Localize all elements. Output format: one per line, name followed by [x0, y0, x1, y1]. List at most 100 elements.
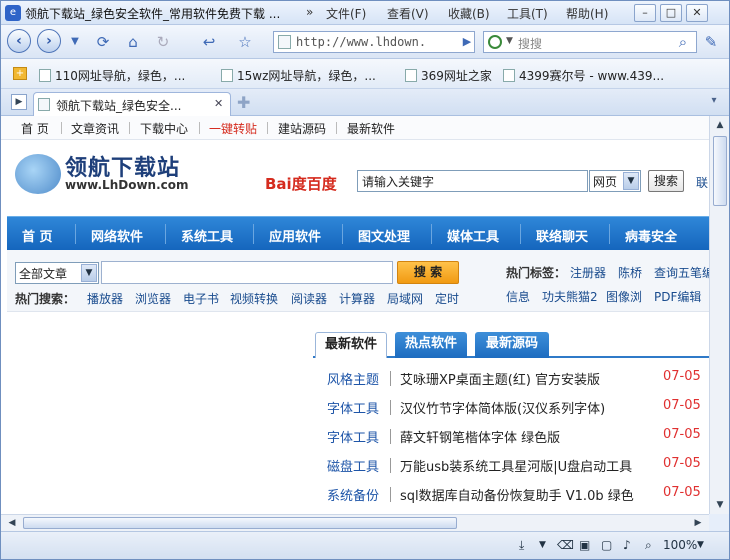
search-input[interactable]: 搜搜	[518, 35, 542, 52]
hot-search-link[interactable]: 定时	[435, 290, 459, 307]
site-logo[interactable]: 领航下载站 www.LhDown.com	[15, 148, 215, 198]
tab-latest-software[interactable]: 最新软件	[315, 332, 387, 358]
hot-search-link[interactable]: 局域网	[387, 290, 423, 307]
zoom-icon[interactable]: ⌕	[645, 538, 652, 553]
nav-media[interactable]: 媒体工具	[447, 226, 499, 245]
forward-icon[interactable]: ›	[37, 29, 61, 53]
tab-hot-software[interactable]: 热点软件	[395, 332, 467, 358]
search-box[interactable]: ▼ 搜搜	[483, 31, 697, 53]
hot-tag-link[interactable]: 信息	[506, 288, 530, 305]
nav-applications[interactable]: 应用软件	[269, 226, 321, 245]
zoom-level[interactable]: 100%	[663, 538, 697, 552]
nav-system-tools[interactable]: 系统工具	[181, 226, 233, 245]
toplink-repost[interactable]: 一键转贴	[209, 120, 257, 137]
bookmark-item[interactable]: 369网址之家	[405, 67, 492, 84]
eraser-icon[interactable]: ⌫	[557, 538, 574, 552]
bookmark-item[interactable]: 4399赛尔号 - www.439...	[503, 67, 664, 84]
add-bookmark-icon[interactable]: +	[13, 67, 27, 80]
site-search-button[interactable]: 搜 索	[397, 261, 459, 284]
hot-tag-link[interactable]: 功夫熊猫2	[542, 288, 598, 305]
item-title[interactable]: 万能usb装系统工具星河版|U盘启动工具	[400, 456, 632, 475]
speaker-icon[interactable]: ♪	[623, 538, 631, 552]
menu-help[interactable]: 帮助(H)	[566, 5, 608, 22]
bookmark-item[interactable]: 110网址导航，绿色，...	[39, 67, 185, 84]
toplink-source[interactable]: 建站源码	[278, 120, 326, 137]
menu-view[interactable]: 查看(V)	[387, 5, 429, 22]
site-search-input[interactable]	[101, 261, 393, 284]
item-category[interactable]: 磁盘工具	[327, 456, 379, 475]
screenshot-icon[interactable]: ▣	[579, 538, 590, 552]
history-dropdown-icon[interactable]: ▼	[63, 31, 87, 53]
tab-latest-source[interactable]: 最新源码	[475, 332, 549, 358]
nav-chat[interactable]: 联络聊天	[536, 226, 588, 245]
hot-search-link[interactable]: 视频转换	[230, 290, 278, 307]
menu-tools[interactable]: 工具(T)	[507, 5, 548, 22]
close-button[interactable]: ✕	[686, 4, 708, 22]
tab-list-icon[interactable]: ▾	[705, 95, 723, 111]
download-icon[interactable]: ⤓	[519, 538, 524, 553]
toplink-home[interactable]: 首 页	[21, 120, 49, 137]
undo-icon[interactable]: ↩	[197, 31, 221, 53]
menu-overflow-icon[interactable]: »	[306, 5, 313, 19]
menu-favorites[interactable]: 收藏(B)	[448, 5, 490, 22]
scroll-left-icon[interactable]: ◀	[5, 516, 19, 530]
refresh-icon[interactable]: ⟳	[91, 31, 115, 53]
hot-search-link[interactable]: 计算器	[339, 290, 375, 307]
back-icon[interactable]: ‹	[7, 29, 31, 53]
horizontal-scrollbar[interactable]: ◀ ▶	[1, 514, 709, 531]
hot-tag-link[interactable]: 查询五笔编	[654, 264, 709, 281]
item-category[interactable]: 风格主题	[327, 369, 379, 388]
item-title[interactable]: 薛文轩钢笔楷体字体 绿色版	[400, 427, 560, 446]
item-title[interactable]: 艾咏珊XP桌面主题(红) 官方安装版	[400, 369, 600, 388]
reload-icon[interactable]: ↻	[151, 31, 175, 53]
menu-file[interactable]: 文件(F)	[326, 5, 366, 22]
bookmark-item[interactable]: 15wz网址导航，绿色，...	[221, 67, 376, 84]
nav-security[interactable]: 病毒安全	[625, 226, 677, 245]
nav-home[interactable]: 首 页	[22, 226, 53, 245]
vertical-scrollbar[interactable]: ▲ ▼	[709, 116, 729, 514]
hot-tag-link[interactable]: 陈桥	[618, 264, 642, 281]
scroll-thumb[interactable]	[23, 517, 457, 529]
hot-search-link[interactable]: 浏览器	[135, 290, 171, 307]
toplink-articles[interactable]: 文章资讯	[71, 120, 119, 137]
toplink-downloads[interactable]: 下载中心	[140, 120, 188, 137]
edit-icon[interactable]: ✎	[699, 31, 723, 53]
window-icon[interactable]: ▢	[601, 538, 612, 552]
home-icon[interactable]: ⌂	[121, 31, 145, 53]
tab-close-icon[interactable]: ✕	[214, 97, 223, 110]
link-cut[interactable]: 联	[696, 174, 708, 191]
engine-dropdown-icon[interactable]: ▼	[506, 36, 513, 46]
tab-active[interactable]: 领航下载站_绿色安全... ✕	[33, 92, 231, 116]
nav-graphics[interactable]: 图文处理	[358, 226, 410, 245]
hot-search-link[interactable]: 播放器	[87, 290, 123, 307]
toplink-latest[interactable]: 最新软件	[347, 120, 395, 137]
address-text[interactable]: http://www.lhdown.	[296, 35, 446, 49]
search-scope-select[interactable]: 网页 ▼	[589, 170, 641, 192]
sidebar-toggle-icon[interactable]: ▶	[11, 94, 27, 110]
hot-tag-link[interactable]: 注册器	[570, 264, 606, 281]
scroll-down-icon[interactable]: ▼	[713, 498, 727, 512]
item-category[interactable]: 字体工具	[327, 427, 379, 446]
article-select[interactable]: 全部文章 ▼	[15, 262, 99, 284]
maximize-button[interactable]: □	[660, 4, 682, 22]
item-category[interactable]: 字体工具	[327, 398, 379, 417]
hot-tag-link[interactable]: 图像浏	[606, 288, 642, 305]
scroll-thumb[interactable]	[713, 136, 727, 206]
keyword-input[interactable]: 请输入关键字	[357, 170, 588, 192]
scroll-up-icon[interactable]: ▲	[713, 118, 727, 132]
hot-tag-link[interactable]: PDF编辑	[654, 288, 701, 305]
item-title[interactable]: 汉仪竹节字体简体版(汉仪系列字体)	[400, 398, 605, 417]
item-title[interactable]: sql数据库自动备份恢复助手 V1.0b 绿色	[400, 485, 634, 504]
minimize-button[interactable]: –	[634, 4, 656, 22]
nav-network-software[interactable]: 网络软件	[91, 226, 143, 245]
baidu-search-button[interactable]: 搜索	[648, 170, 684, 192]
search-engine-icon[interactable]	[488, 35, 502, 49]
go-icon[interactable]: ▶	[455, 31, 479, 53]
hot-search-link[interactable]: 阅读器	[291, 290, 327, 307]
scroll-right-icon[interactable]: ▶	[691, 516, 705, 530]
new-tab-icon[interactable]: ✚	[237, 93, 250, 112]
address-bar[interactable]: http://www.lhdown.	[273, 31, 475, 53]
item-category[interactable]: 系统备份	[327, 485, 379, 504]
search-icon[interactable]: ⌕	[671, 31, 695, 53]
hot-search-link[interactable]: 电子书	[183, 290, 219, 307]
